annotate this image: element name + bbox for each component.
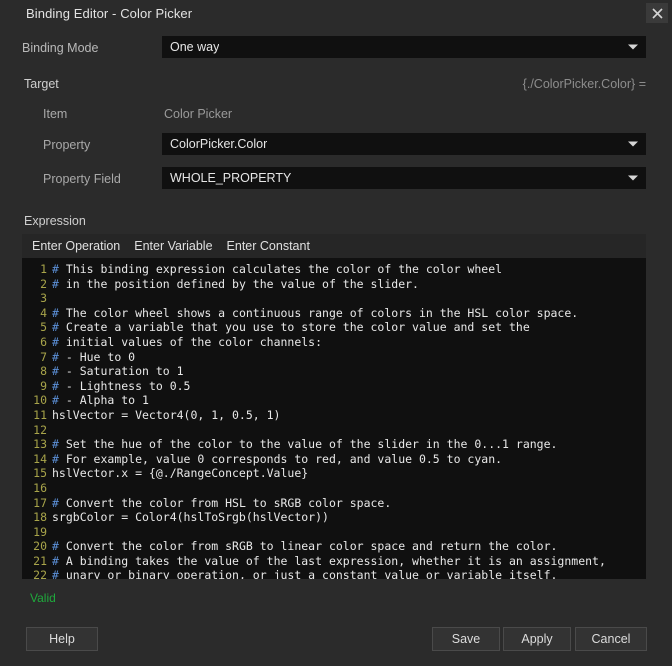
item-label: Item [43, 107, 67, 121]
line-number: 2 [22, 277, 52, 292]
expression-toolbar: Enter Operation Enter Variable Enter Const… [22, 234, 646, 258]
help-button[interactable]: Help [26, 627, 98, 651]
code-line: 5# Create a variable that you use to sto… [22, 320, 646, 335]
code-line: 16 [22, 481, 646, 496]
toolbar-item-0[interactable]: Enter Operation [32, 239, 120, 253]
property-dropdown[interactable]: ColorPicker.Color [162, 133, 646, 155]
binding-mode-dropdown[interactable]: One way [162, 36, 646, 58]
code-text: # initial values of the color channels: [52, 335, 322, 350]
code-text: # The color wheel shows a continuous ran… [52, 306, 578, 321]
code-line: 15hslVector.x = {@./RangeConcept.Value} [22, 466, 646, 481]
property-field-dropdown[interactable]: WHOLE_PROPERTY [162, 167, 646, 189]
line-number: 14 [22, 452, 52, 467]
line-number: 19 [22, 525, 52, 540]
line-number: 3 [22, 291, 52, 306]
save-button[interactable]: Save [432, 627, 500, 651]
toolbar-item-2[interactable]: Enter Constant [227, 239, 310, 253]
code-line: 20# Convert the color from sRGB to linea… [22, 539, 646, 554]
code-area[interactable]: 1# This binding expression calculates th… [22, 258, 646, 579]
property-value: ColorPicker.Color [162, 137, 267, 151]
code-line: 1# This binding expression calculates th… [22, 262, 646, 277]
line-number: 10 [22, 393, 52, 408]
chevron-down-icon [628, 45, 638, 50]
line-number: 7 [22, 350, 52, 365]
line-number: 17 [22, 496, 52, 511]
property-field-label: Property Field [43, 172, 121, 186]
code-text: # Set the hue of the color to the value … [52, 437, 557, 452]
code-line: 10# - Alpha to 1 [22, 393, 646, 408]
binding-editor-window: Binding Editor - Color Picker Binding Mo… [0, 0, 672, 666]
code-text: # For example, value 0 corresponds to re… [52, 452, 502, 467]
code-text: # unary or binary operation, or just a c… [52, 568, 557, 579]
property-label: Property [43, 138, 90, 152]
code-line: 14# For example, value 0 corresponds to … [22, 452, 646, 467]
line-number: 9 [22, 379, 52, 394]
expression-editor: Enter Operation Enter Variable Enter Const… [22, 234, 646, 579]
code-text: # Create a variable that you use to stor… [52, 320, 530, 335]
code-line: 7# - Hue to 0 [22, 350, 646, 365]
line-number: 18 [22, 510, 52, 525]
binding-mode-label: Binding Mode [22, 41, 98, 55]
code-text: # Convert the color from HSL to sRGB col… [52, 496, 391, 511]
code-line: 17# Convert the color from HSL to sRGB c… [22, 496, 646, 511]
window-title: Binding Editor - Color Picker [26, 6, 192, 21]
code-text: # in the position defined by the value o… [52, 277, 419, 292]
toolbar-item-1[interactable]: Enter Variable [134, 239, 212, 253]
code-text: # A binding takes the value of the last … [52, 554, 606, 569]
code-text: hslVector = Vector4(0, 1, 0.5, 1) [52, 408, 280, 423]
code-line: 4# The color wheel shows a continuous ra… [22, 306, 646, 321]
apply-button[interactable]: Apply [503, 627, 571, 651]
target-expression: {./ColorPicker.Color} = [523, 77, 646, 91]
code-line: 11hslVector = Vector4(0, 1, 0.5, 1) [22, 408, 646, 423]
line-number: 21 [22, 554, 52, 569]
code-line: 18srgbColor = Color4(hslToSrgb(hslVector… [22, 510, 646, 525]
status-badge: Valid [30, 591, 56, 605]
code-text: # - Saturation to 1 [52, 364, 184, 379]
line-number: 6 [22, 335, 52, 350]
line-number: 1 [22, 262, 52, 277]
target-section-label: Target [24, 77, 59, 91]
code-line: 12 [22, 423, 646, 438]
line-number: 4 [22, 306, 52, 321]
code-line: 22# unary or binary operation, or just a… [22, 568, 646, 579]
line-number: 11 [22, 408, 52, 423]
binding-mode-value: One way [162, 40, 219, 54]
expression-section-label: Expression [24, 214, 86, 228]
code-text: # - Hue to 0 [52, 350, 135, 365]
property-field-value: WHOLE_PROPERTY [162, 171, 291, 185]
code-line: 8# - Saturation to 1 [22, 364, 646, 379]
code-line: 21# A binding takes the value of the las… [22, 554, 646, 569]
code-text: # This binding expression calculates the… [52, 262, 502, 277]
item-value: Color Picker [164, 107, 232, 121]
line-number: 16 [22, 481, 52, 496]
line-number: 15 [22, 466, 52, 481]
cancel-button[interactable]: Cancel [575, 627, 647, 651]
close-icon[interactable] [646, 3, 668, 23]
line-number: 13 [22, 437, 52, 452]
code-line: 9# - Lightness to 0.5 [22, 379, 646, 394]
chevron-down-icon [628, 176, 638, 181]
code-line: 13# Set the hue of the color to the valu… [22, 437, 646, 452]
title-bar: Binding Editor - Color Picker [0, 0, 672, 27]
code-line: 19 [22, 525, 646, 540]
code-text: hslVector.x = {@./RangeConcept.Value} [52, 466, 308, 481]
code-text: # - Alpha to 1 [52, 393, 149, 408]
chevron-down-icon [628, 142, 638, 147]
line-number: 12 [22, 423, 52, 438]
code-text: # - Lightness to 0.5 [52, 379, 191, 394]
code-line: 3 [22, 291, 646, 306]
code-text: # Convert the color from sRGB to linear … [52, 539, 557, 554]
code-line: 6# initial values of the color channels: [22, 335, 646, 350]
line-number: 5 [22, 320, 52, 335]
line-number: 22 [22, 568, 52, 579]
code-line: 2# in the position defined by the value … [22, 277, 646, 292]
line-number: 20 [22, 539, 52, 554]
line-number: 8 [22, 364, 52, 379]
code-text: srgbColor = Color4(hslToSrgb(hslVector)) [52, 510, 329, 525]
